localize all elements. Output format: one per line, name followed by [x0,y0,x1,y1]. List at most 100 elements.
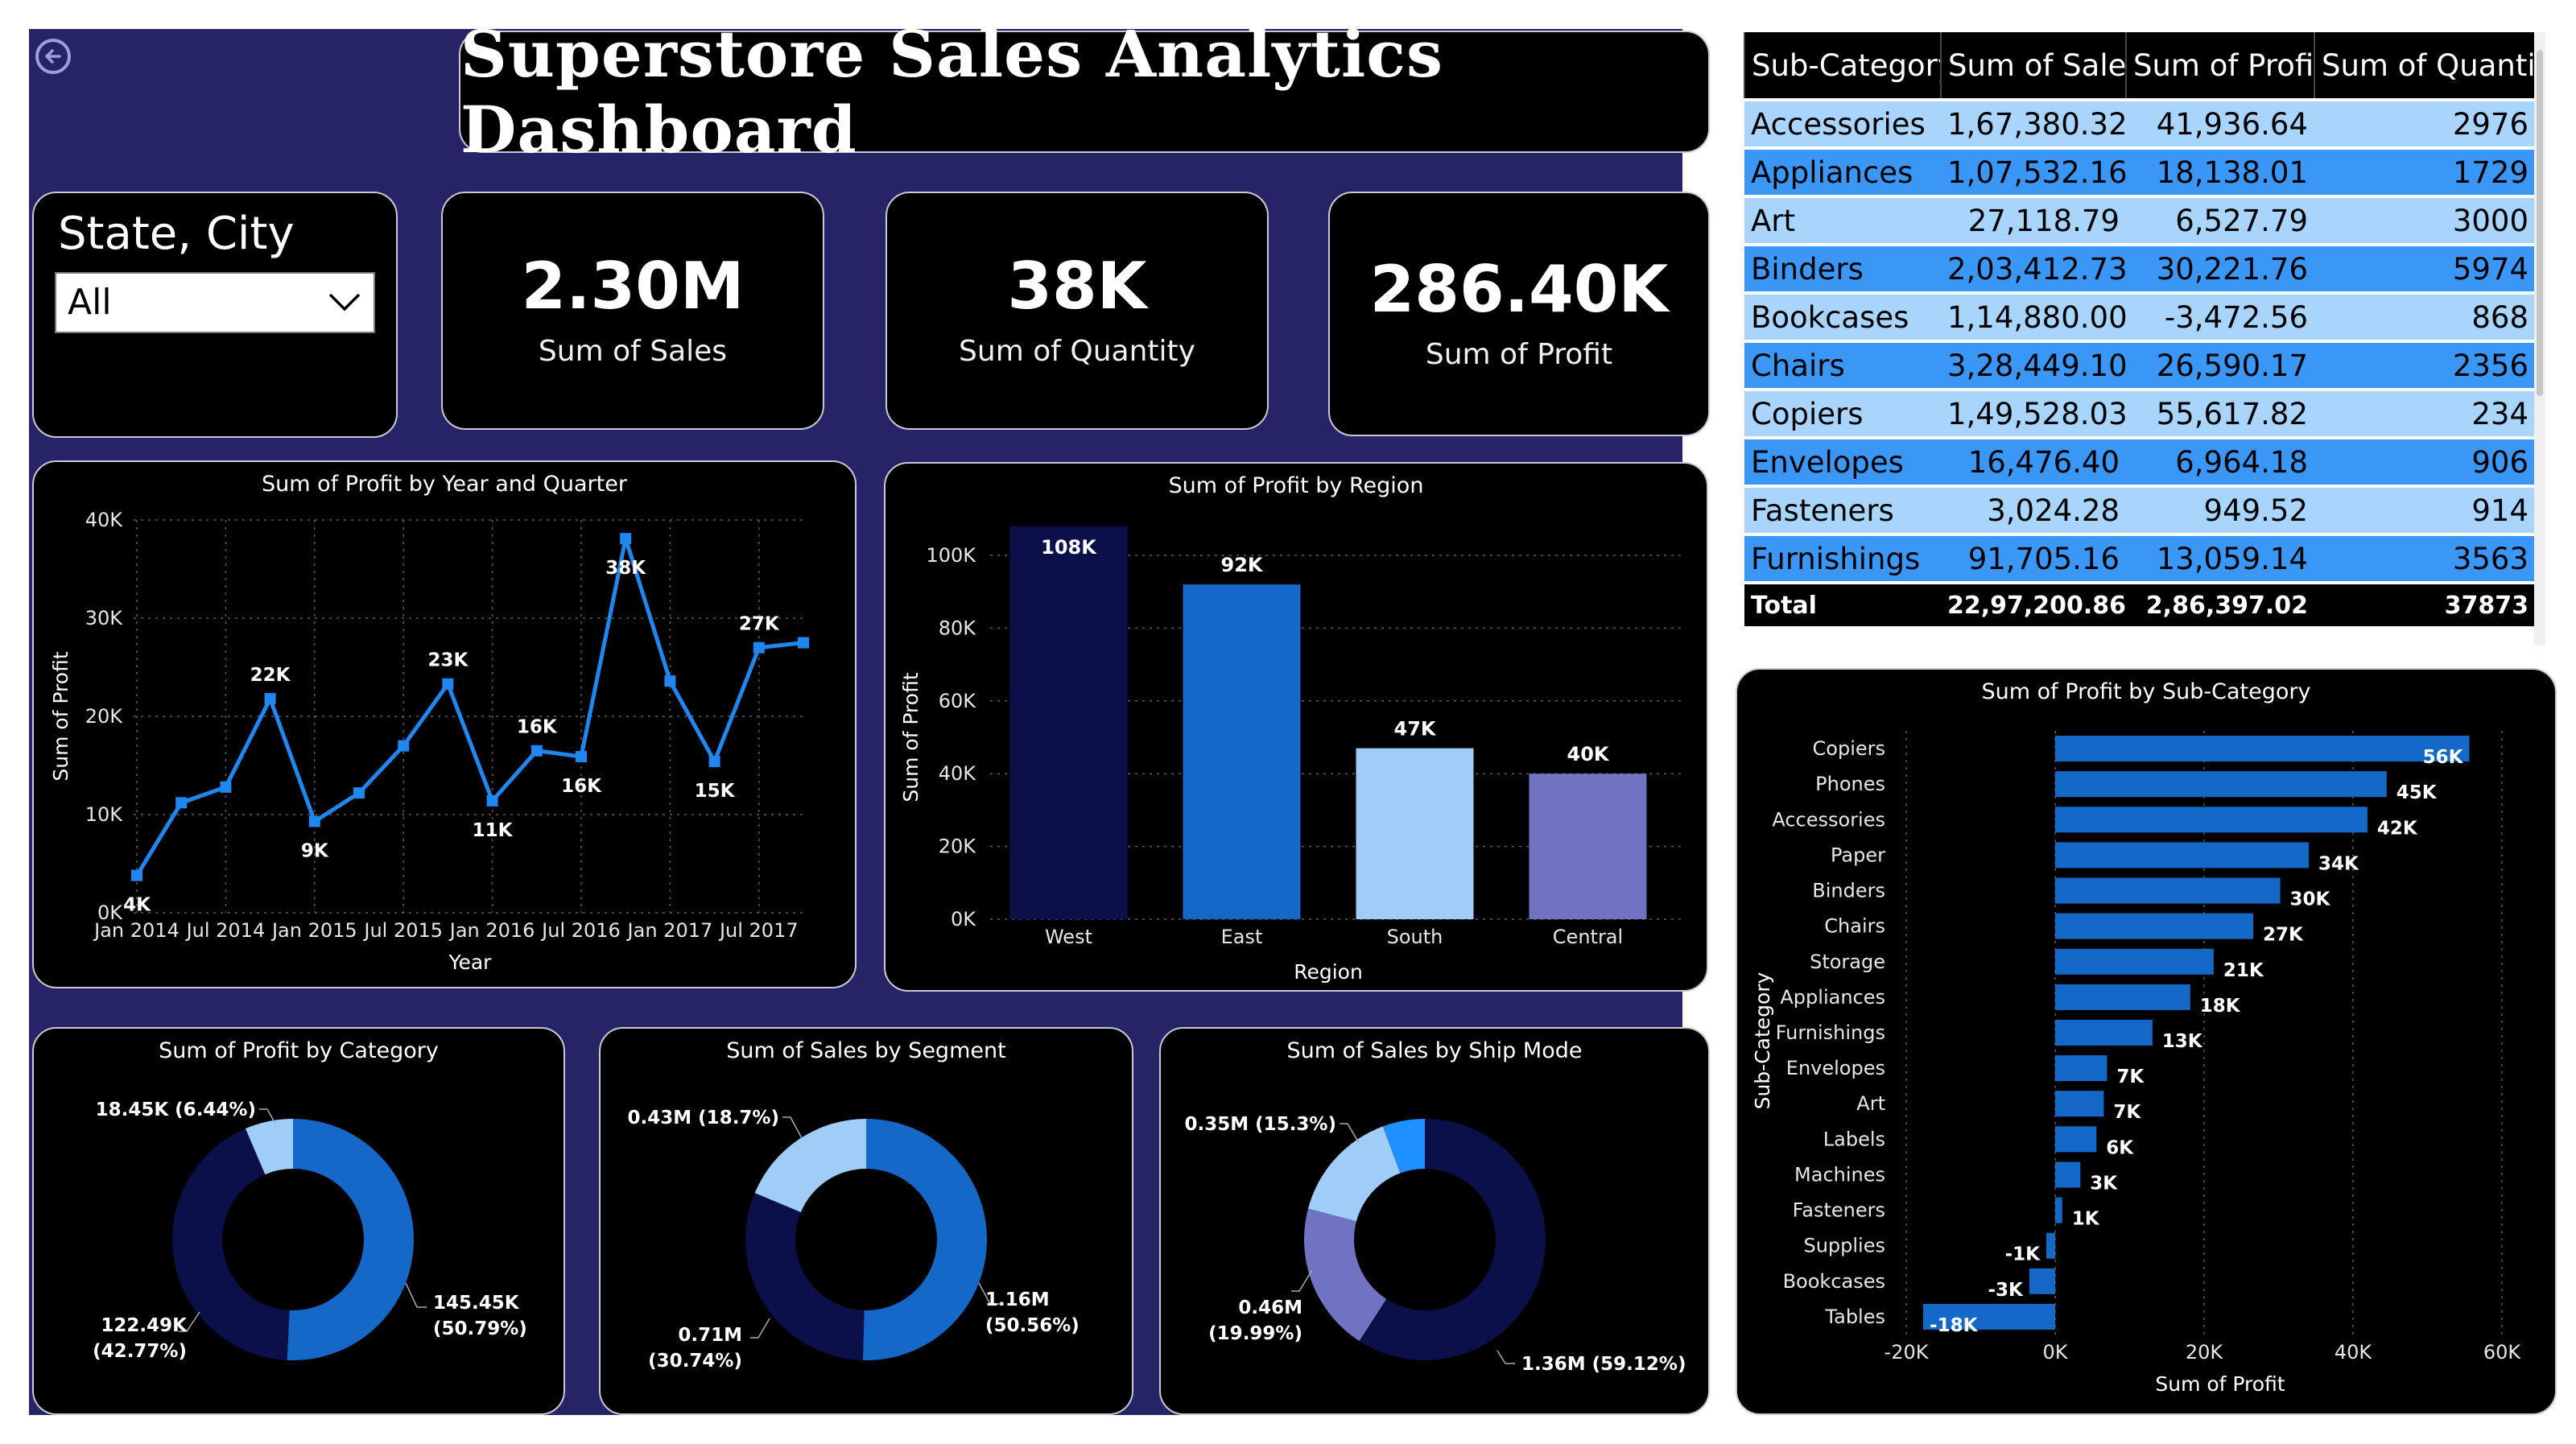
region-bar[interactable] [1529,774,1647,919]
data-label: 45K [2396,782,2438,803]
profit-by-category-visual: Sum of Profit by Category 145.45K (50.79%… [32,1027,565,1415]
x-tick-label: 60K [2483,1341,2522,1364]
region-bar[interactable] [1009,526,1128,919]
data-point[interactable] [220,781,232,793]
label-leader-line [405,1282,427,1308]
data-label: 122.49K [101,1315,188,1336]
donut-slice[interactable] [745,1193,865,1360]
x-tick-label: East [1221,926,1263,948]
x-tick-label: Jul 2016 [540,919,621,942]
subcategory-bar[interactable] [2055,771,2387,798]
table-cell: 27,118.79 [1941,195,2126,245]
data-point[interactable] [398,740,410,752]
subcategory-bar[interactable] [2055,984,2190,1010]
total-cell: 22,97,200.86 [1941,581,2126,626]
subcategory-bar[interactable] [2029,1268,2055,1294]
subcategory-bar[interactable] [2055,1197,2062,1223]
data-label: 9K [301,841,329,862]
subcategory-matrix[interactable]: Sub-Category Sum of Sales Sum of Profit Sum… [1744,32,2547,646]
subcategory-bar[interactable] [2055,1055,2107,1082]
data-label: 40K [1567,743,1610,765]
table-row[interactable]: Chairs 3,28,449.10 26,590.17 2356 [1744,340,2535,390]
data-label: (50.56%) [985,1315,1080,1336]
donut-slice[interactable] [287,1119,414,1360]
data-point[interactable] [442,678,454,690]
total-cell: Total [1744,581,1941,626]
y-tick-label: 20K [939,835,977,858]
subcategory-bar[interactable] [2055,1126,2097,1153]
data-point[interactable] [353,787,365,799]
table-row[interactable]: Furnishings 91,705.16 13,059.14 3563 [1744,533,2535,583]
table-row[interactable]: Binders 2,03,412.73 30,221.76 5974 [1744,243,2535,293]
subcategory-bar[interactable] [2055,913,2253,939]
kpi-card-sales: 2.30M Sum of Sales [441,192,824,430]
data-point[interactable] [486,794,498,807]
subcategory-bar[interactable] [2046,1232,2055,1259]
sales-by-shipmode-visual: Sum of Sales by Ship Mode 1.36M (59.12%)… [1159,1027,1710,1415]
category-label: Furnishings [1776,1021,1885,1044]
category-label: Phones [1815,773,1885,795]
data-label: 56K [2423,747,2464,768]
region-bar[interactable] [1183,584,1301,919]
table-cell: 91,705.16 [1941,533,2126,583]
table-row[interactable]: Bookcases 1,14,880.00 -3,472.56 868 [1744,291,2535,341]
y-tick-label: 30K [85,607,124,629]
data-point[interactable] [530,745,543,757]
y-tick-label: 20K [85,705,124,728]
table-cell: Accessories [1744,98,1941,148]
data-label: 1.36M (59.12%) [1521,1354,1686,1375]
matrix-table: Sub-Category Sum of Sales Sum of Profit Sum… [1744,32,2535,626]
data-point[interactable] [308,815,320,827]
profit-by-quarter-visual: Sum of Profit by Year and Quarter 0K 10K 2… [32,460,857,988]
data-point[interactable] [264,693,276,705]
table-row[interactable]: Copiers 1,49,528.03 55,617.82 234 [1744,388,2535,438]
subcategory-bar[interactable] [2055,1161,2081,1188]
x-tick-label: South [1387,926,1443,948]
table-row[interactable]: Envelopes 16,476.40 6,964.18 906 [1744,436,2535,486]
subcategory-bar[interactable] [2055,1020,2153,1046]
kpi-value: 286.40K [1369,251,1669,327]
data-point[interactable] [664,675,676,687]
table-cell: 3,024.28 [1941,485,2126,534]
back-arrow-icon[interactable] [35,39,71,74]
table-row[interactable]: Art 27,118.79 6,527.79 3000 [1744,195,2535,245]
data-label: 11K [473,820,514,841]
data-point[interactable] [798,637,809,649]
table-row[interactable]: Accessories 1,67,380.32 41,936.64 2976 [1744,98,2535,148]
table-cell: Art [1744,195,1941,245]
region-bar-chart: 0K 20K 40K 60K 80K 100K 108K West 92K East 47K Sout… [899,526,1682,984]
region-bar[interactable] [1356,748,1474,919]
table-row[interactable]: Appliances 1,07,532.16 18,138.01 1729 [1744,146,2535,196]
table-scrollbar[interactable] [2534,32,2545,646]
data-point[interactable] [708,756,720,768]
subcategory-bar[interactable] [2055,877,2281,904]
table-cell: 1,07,532.16 [1941,146,2126,196]
data-point[interactable] [131,869,142,881]
data-label: 22K [250,665,291,686]
data-label: (42.77%) [93,1341,187,1362]
column-header[interactable]: Sub-Category [1744,32,1941,100]
sales-by-segment-visual: Sum of Sales by Segment 1.16M (50.56%) 0.7… [599,1027,1133,1415]
donut-slice[interactable] [1308,1126,1401,1222]
column-header[interactable]: Sum of Profit [2125,32,2314,100]
state-city-dropdown[interactable]: All [55,272,375,333]
data-point[interactable] [576,751,587,763]
subcategory-bar[interactable] [2055,948,2214,975]
data-label: 38K [605,558,646,579]
x-tick-label: Jan 2016 [448,919,535,942]
profit-by-subcategory-visual: Sum of Profit by Sub-Category -20K 0K 20K 4… [1736,668,2557,1415]
donut-slice[interactable] [862,1119,987,1360]
subcategory-bar[interactable] [2055,807,2368,833]
data-point[interactable] [753,642,765,654]
column-header[interactable]: Sum of Sales [1940,32,2126,100]
subcategory-bar[interactable] [2055,1091,2104,1117]
column-header[interactable]: Sum of Quantity [2314,32,2535,100]
table-row[interactable]: Fasteners 3,024.28 949.52 914 [1744,485,2535,534]
subcategory-bar[interactable] [2055,736,2470,762]
data-label: 23K [427,650,469,671]
data-point[interactable] [175,797,188,809]
scrollbar-thumb[interactable] [2537,50,2543,396]
data-point[interactable] [620,533,632,545]
subcategory-bar[interactable] [2055,842,2309,868]
donut-slice[interactable] [754,1119,866,1213]
